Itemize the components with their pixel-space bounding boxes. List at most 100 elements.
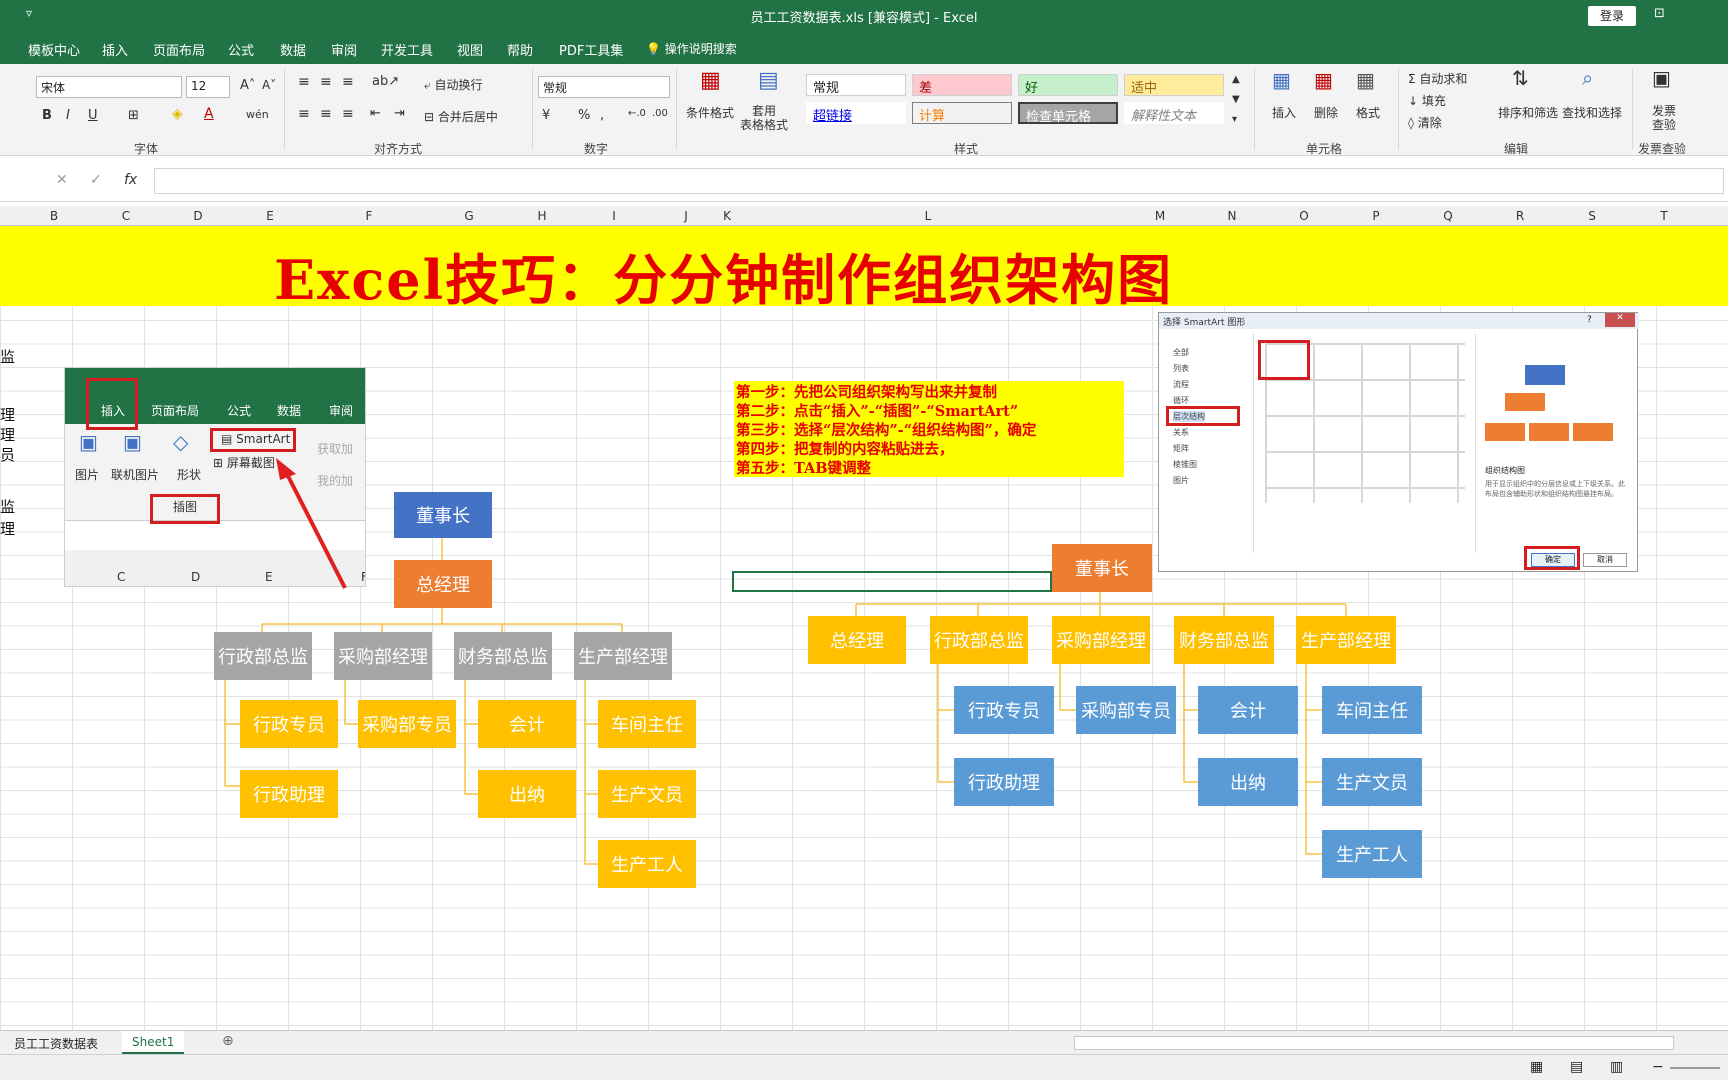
col-header-l[interactable]: L <box>918 209 938 223</box>
style-normal[interactable]: 常规 <box>806 74 906 96</box>
left-org-dept[interactable]: 财务部总监 <box>454 632 552 680</box>
delete-cells-label[interactable]: 删除 <box>1314 104 1338 121</box>
right-org-staff[interactable]: 生产文员 <box>1322 758 1422 806</box>
style-explanatory[interactable]: 解释性文本 <box>1124 102 1224 124</box>
font-color-icon[interactable]: A <box>204 106 214 122</box>
wrap-text-button[interactable]: ⤶ 自动换行 <box>424 76 483 93</box>
number-format-select[interactable]: 常规 <box>538 76 670 98</box>
comma-icon[interactable]: , <box>600 108 604 123</box>
indent-decrease-icon[interactable]: ⇤ <box>370 106 381 121</box>
left-org-dept[interactable]: 行政部总监 <box>214 632 312 680</box>
align-left-icon[interactable]: ≡ <box>298 106 310 122</box>
col-header-c[interactable]: C <box>116 209 136 223</box>
left-org-dept[interactable]: 采购部经理 <box>334 632 432 680</box>
col-header-g[interactable]: G <box>459 209 479 223</box>
col-header-j[interactable]: J <box>676 209 696 223</box>
left-org-staff[interactable]: 采购部专员 <box>358 700 456 748</box>
align-center-icon[interactable]: ≡ <box>320 106 332 122</box>
conditional-format-label[interactable]: 条件格式 <box>686 104 734 121</box>
confirm-entry-icon[interactable]: ✓ <box>90 172 102 188</box>
horizontal-scrollbar[interactable] <box>1074 1036 1674 1050</box>
tab-pdf-tools[interactable]: PDF工具集 <box>559 40 623 59</box>
italic-button[interactable]: I <box>66 108 70 123</box>
sort-filter-icon[interactable]: ⇅ <box>1512 66 1529 90</box>
col-header-s[interactable]: S <box>1582 209 1602 223</box>
tab-template-center[interactable]: 模板中心 <box>28 40 80 59</box>
col-header-f[interactable]: F <box>359 209 379 223</box>
styles-scroll-up-icon[interactable]: ▲ <box>1232 74 1240 85</box>
col-header-e[interactable]: E <box>260 209 280 223</box>
tab-formulas[interactable]: 公式 <box>228 40 254 59</box>
border-icon[interactable]: ⊞ <box>128 108 139 123</box>
font-name-select[interactable]: 宋体 <box>36 76 182 98</box>
page-break-view-icon[interactable]: ▥ <box>1610 1059 1623 1075</box>
find-select-icon[interactable]: ⌕ <box>1582 66 1593 90</box>
left-org-staff[interactable]: 车间主任 <box>598 700 696 748</box>
align-middle-icon[interactable]: ≡ <box>320 74 332 90</box>
col-header-q[interactable]: Q <box>1438 209 1458 223</box>
percent-icon[interactable]: % <box>578 108 590 123</box>
login-button[interactable]: 登录 <box>1588 6 1636 26</box>
grow-font-icon[interactable]: A˄ <box>240 78 255 93</box>
page-layout-view-icon[interactable]: ▤ <box>1570 1059 1583 1075</box>
currency-icon[interactable]: ¥ <box>542 108 550 123</box>
increase-decimal-icon[interactable]: ←.0 <box>628 108 646 119</box>
right-org-row-item[interactable]: 采购部经理 <box>1052 616 1150 664</box>
left-org-staff[interactable]: 出纳 <box>478 770 576 818</box>
left-org-staff[interactable]: 行政专员 <box>240 700 338 748</box>
style-hyperlink[interactable]: 超链接 <box>806 102 906 124</box>
tab-view[interactable]: 视图 <box>457 40 483 59</box>
formula-input[interactable] <box>154 168 1724 194</box>
left-org-staff[interactable]: 生产文员 <box>598 770 696 818</box>
right-org-chairman[interactable]: 董事长 <box>1052 544 1152 592</box>
right-org-staff[interactable]: 采购部专员 <box>1076 686 1176 734</box>
left-org-staff[interactable]: 行政助理 <box>240 770 338 818</box>
style-bad[interactable]: 差 <box>912 74 1012 96</box>
orientation-icon[interactable]: ab↗ <box>372 74 399 89</box>
sheet-tab[interactable]: 员工工资数据表 <box>14 1035 98 1052</box>
style-good[interactable]: 好 <box>1018 74 1118 96</box>
table-format-label[interactable]: 套用 表格格式 <box>740 104 788 132</box>
right-org-staff[interactable]: 行政助理 <box>954 758 1054 806</box>
col-header-r[interactable]: R <box>1510 209 1530 223</box>
tab-data[interactable]: 数据 <box>280 40 306 59</box>
right-org-staff[interactable]: 出纳 <box>1198 758 1298 806</box>
merge-center-button[interactable]: ⊟ 合并后居中 <box>424 108 498 125</box>
col-header-o[interactable]: O <box>1294 209 1314 223</box>
indent-increase-icon[interactable]: ⇥ <box>394 106 405 121</box>
left-org-staff[interactable]: 会计 <box>478 700 576 748</box>
style-calculation[interactable]: 计算 <box>912 102 1012 124</box>
left-org-chairman[interactable]: 董事长 <box>394 492 492 538</box>
tab-developer[interactable]: 开发工具 <box>381 40 433 59</box>
left-org-staff[interactable]: 生产工人 <box>598 840 696 888</box>
shrink-font-icon[interactable]: A˅ <box>262 78 276 92</box>
right-org-staff[interactable]: 会计 <box>1198 686 1298 734</box>
clear-button[interactable]: ◊ 清除 <box>1408 114 1442 131</box>
conditional-format-icon[interactable]: ▦ <box>700 68 721 93</box>
col-header-p[interactable]: P <box>1366 209 1386 223</box>
right-org-row-item[interactable]: 财务部总监 <box>1174 616 1274 664</box>
col-header-b[interactable]: B <box>44 209 64 223</box>
col-header-m[interactable]: M <box>1150 209 1170 223</box>
align-bottom-icon[interactable]: ≡ <box>342 74 354 90</box>
find-select-label[interactable]: 查找和选择 <box>1562 104 1622 121</box>
tab-help[interactable]: 帮助 <box>507 40 533 59</box>
add-sheet-icon[interactable]: ⊕ <box>222 1033 234 1049</box>
tab-review[interactable]: 审阅 <box>331 40 357 59</box>
autosum-button[interactable]: Σ 自动求和 <box>1408 70 1467 87</box>
insert-cells-label[interactable]: 插入 <box>1272 104 1296 121</box>
right-org-row-item[interactable]: 生产部经理 <box>1296 616 1396 664</box>
right-org-row-item[interactable]: 总经理 <box>808 616 906 664</box>
col-header-h[interactable]: H <box>532 209 552 223</box>
selected-cell[interactable] <box>732 571 1052 592</box>
zoom-slider[interactable] <box>1670 1067 1720 1069</box>
bold-button[interactable]: B <box>42 108 52 123</box>
col-header-n[interactable]: N <box>1222 209 1242 223</box>
styles-more-icon[interactable]: ▾ <box>1232 114 1237 125</box>
right-org-row-item[interactable]: 行政部总监 <box>930 616 1028 664</box>
font-size-select[interactable]: 12 <box>186 76 230 98</box>
col-header-d[interactable]: D <box>188 209 208 223</box>
align-right-icon[interactable]: ≡ <box>342 106 354 122</box>
fill-button[interactable]: ↓ 填充 <box>1408 92 1446 109</box>
insert-cells-icon[interactable]: ▦ <box>1272 68 1291 92</box>
